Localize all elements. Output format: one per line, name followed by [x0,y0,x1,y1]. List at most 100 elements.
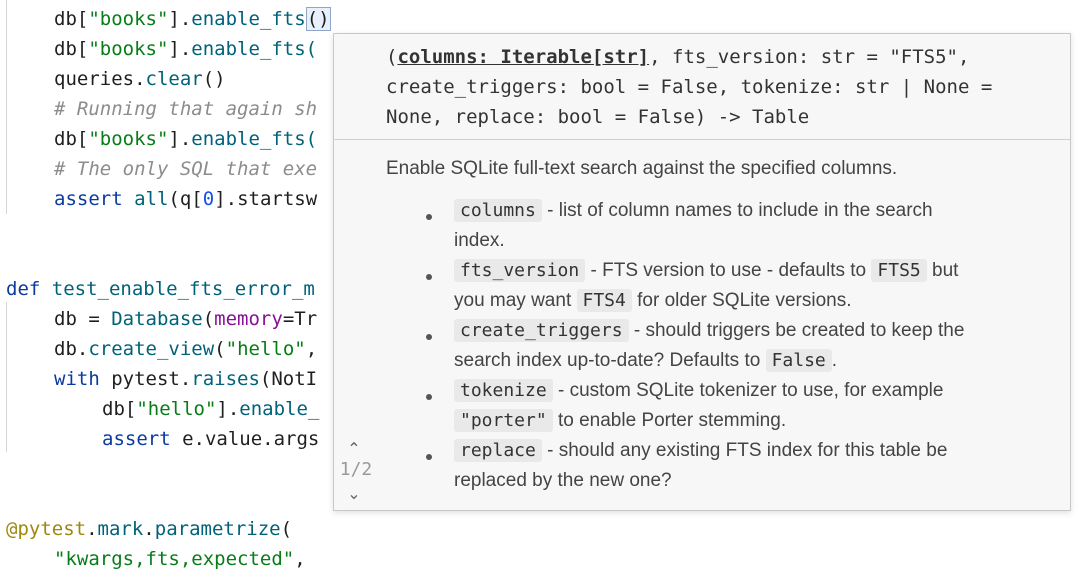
code-token: "books" [88,128,169,150]
bullet-icon [426,454,432,460]
code-token: . [143,518,155,540]
param-desc: index. [454,230,505,251]
parameter-info-popup[interactable]: (columns: Iterable[str], fts_version: st… [333,33,1071,511]
code-token: create_view [88,338,215,360]
code-token: memory [214,308,283,330]
code-token: enable_fts [191,8,306,30]
code-token: "hello" [225,338,306,360]
code-token: pytest. [111,368,192,390]
bullet-icon [426,394,432,400]
code-token: ( [280,518,293,540]
code-comment[interactable]: # The only SQL that exe [54,154,317,184]
param-code: columns [454,199,542,222]
list-item: create_triggers - should triggers be cre… [386,316,1066,376]
param-code: fts_version [454,259,586,282]
code-line[interactable]: db = Database(memory=Tr [54,304,317,334]
code-token: db[ [102,398,137,420]
list-item: columns - list of column names to includ… [386,196,1066,256]
code-token: assert [102,428,183,450]
param-desc: - should any existing FTS index for this… [541,440,948,461]
bullet-icon [426,274,432,280]
code-line[interactable]: queries.clear() [54,64,226,94]
code-token: =Tr [282,308,318,330]
param-code: create_triggers [454,319,629,342]
code-token: () [202,68,226,90]
overload-counter: 1/2 [339,459,373,480]
doc-summary: Enable SQLite full-text search against t… [386,158,898,179]
code-line[interactable]: "kwargs,fts,expected", [54,544,306,574]
inline-code: FTS5 [871,259,927,282]
code-line[interactable]: db["books"].enable_fts( [54,124,317,154]
inline-code: "porter" [454,409,553,432]
signature-line: create_triggers: bool = False, tokenize:… [386,76,993,98]
signature-header: (columns: Iterable[str], fts_version: st… [334,34,1070,140]
code-token: test_enable_fts_error_m [51,278,315,300]
code-line[interactable]: db["books"].enable_fts( [54,34,317,64]
code-token: db. [54,338,89,360]
indent-guide [6,0,7,214]
code-token: with [54,368,112,390]
signature-text: ( [386,46,398,68]
code-token: db[ [54,8,89,30]
current-parameter: columns: Iterable[str] [397,46,650,68]
overload-navigator: ⌃ 1/2 ⌄ [334,436,380,506]
signature-line: None, replace: bool = False) -> Table [386,106,810,128]
bullet-icon [426,334,432,340]
code-token: queries. [54,68,146,90]
param-desc: you may want [454,290,577,311]
code-line[interactable]: db["books"].enable_fts() [54,4,331,34]
code-line[interactable]: assert e.value.args [102,424,319,454]
code-token: 0 [202,188,215,210]
code-comment[interactable]: # Running that again sh [54,94,317,124]
code-token: . [86,518,98,540]
code-line[interactable]: @pytest.mark.parametrize( [6,514,292,544]
param-desc: but [926,260,959,281]
code-token: db[ [54,128,89,150]
code-token: ]. [168,128,192,150]
param-desc: - custom SQLite tokenizer to use, for ex… [552,380,944,401]
code-line[interactable]: with pytest.raises(NotI [54,364,317,394]
list-item: replace - should any existing FTS index … [386,436,1066,496]
code-token: assert [54,188,135,210]
code-token: mark [97,518,144,540]
param-desc: search index up-to-date? Defaults to [454,350,766,371]
signature-line: (columns: Iterable[str], fts_version: st… [386,42,969,72]
code-token: db[ [54,38,89,60]
code-line[interactable]: db["hello"].enable_ [102,394,319,424]
param-desc: - list of column names to include in the… [541,200,933,221]
code-line[interactable]: assert all(q[0].startsw [54,184,317,214]
code-token: (NotI [259,368,318,390]
code-token: "hello" [136,398,217,420]
code-token: ]. [168,38,192,60]
signature-text: , fts_version: str = "FTS5", [649,46,970,68]
code-token: ( [214,338,226,360]
code-token: clear [145,68,203,90]
code-token: enable_fts( [191,38,318,60]
code-token: (q[ [168,188,203,210]
param-code: tokenize [454,379,553,402]
code-token: "books" [88,38,169,60]
param-desc: replaced by the new one? [454,470,672,491]
param-code: replace [454,439,542,462]
chevron-down-icon[interactable]: ⌄ [344,486,364,502]
code-token: def [6,278,52,300]
list-item: tokenize - custom SQLite tokenizer to us… [386,376,1066,436]
code-line[interactable]: db.create_view("hello", [54,334,317,364]
param-desc: . [831,350,838,371]
code-token: , [305,338,318,360]
code-token: ]. [216,398,240,420]
code-token: @pytest [6,518,87,540]
code-token: , [294,548,306,570]
param-desc: for older SQLite versions. [631,290,852,311]
code-token: ( [202,308,215,330]
code-token: enable_fts( [191,128,318,150]
bullet-icon [426,214,432,220]
code-line[interactable]: def test_enable_fts_error_m [6,274,315,304]
code-token: "kwargs,fts,expected" [54,548,295,570]
code-token: all [134,188,169,210]
chevron-up-icon[interactable]: ⌃ [344,441,364,457]
inline-code: False [765,349,832,372]
matched-brackets: () [305,7,331,31]
code-token: e.value.args [182,428,320,450]
code-token: parametrize [154,518,281,540]
